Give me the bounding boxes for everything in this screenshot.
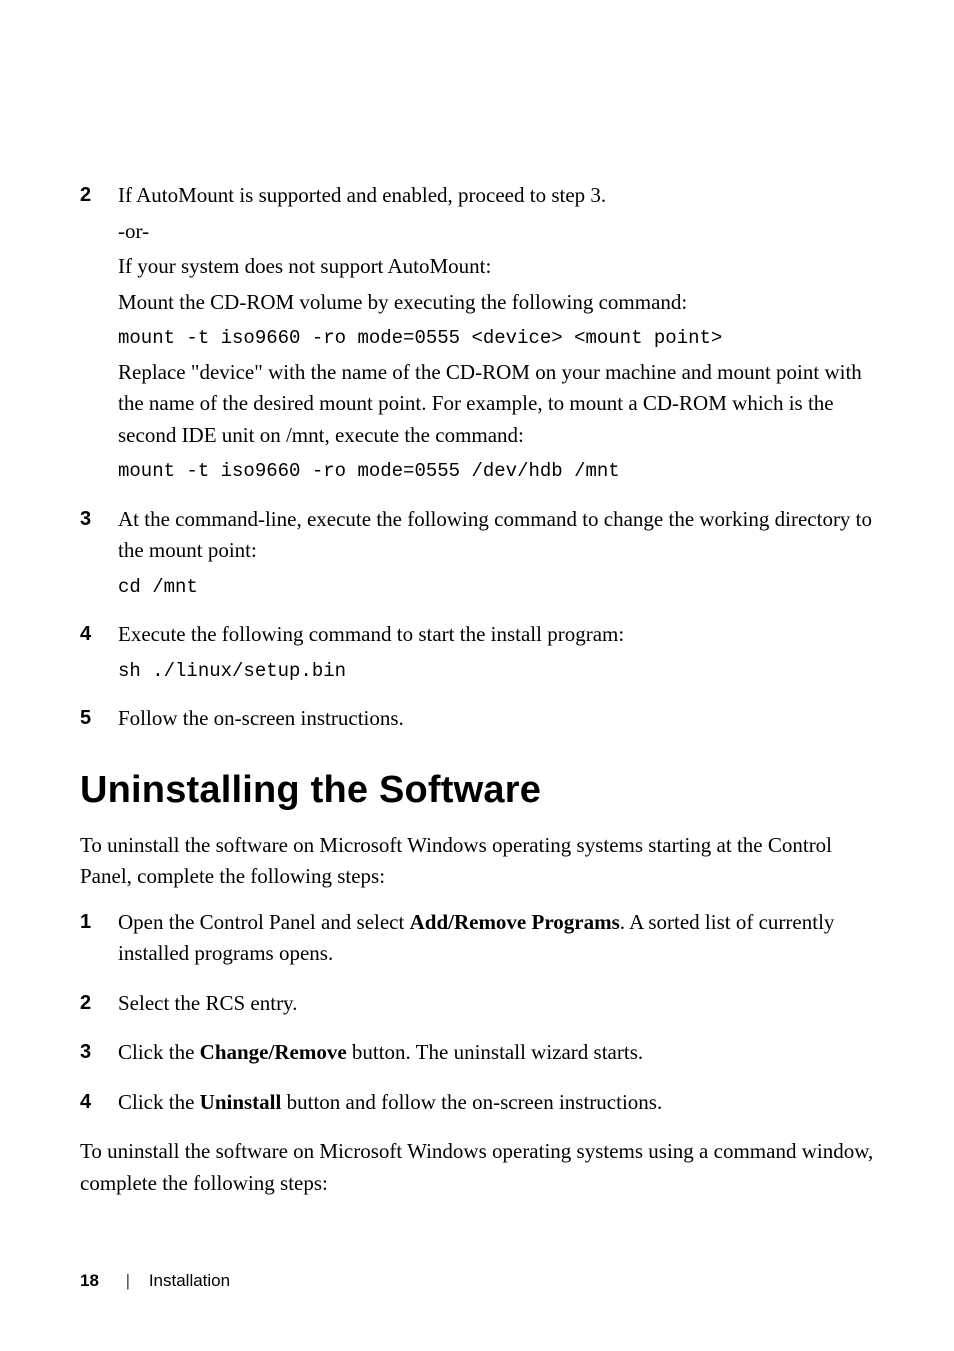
ordered-list-b: 1 Open the Control Panel and select Add/…: [80, 907, 874, 1123]
list-number: 2: [80, 180, 118, 490]
list-item: 3 At the command-line, execute the follo…: [80, 504, 874, 606]
list-item: 2 If AutoMount is supported and enabled,…: [80, 180, 874, 490]
text-run: button. The uninstall wizard starts.: [347, 1040, 643, 1064]
list-number: 3: [80, 1037, 118, 1073]
intro-paragraph: To uninstall the software on Microsoft W…: [80, 830, 874, 893]
list-item: 4 Execute the following command to start…: [80, 619, 874, 689]
footer-separator: |: [126, 1271, 130, 1290]
paragraph: Replace "device" with the name of the CD…: [118, 357, 874, 452]
code-line: mount -t iso9660 -ro mode=0555 <device> …: [118, 324, 874, 353]
bold-run: Add/Remove Programs: [410, 910, 620, 934]
outro-paragraph: To uninstall the software on Microsoft W…: [80, 1136, 874, 1199]
list-body: Click the Uninstall button and follow th…: [118, 1087, 874, 1123]
page-number: 18: [80, 1271, 99, 1290]
list-item: 1 Open the Control Panel and select Add/…: [80, 907, 874, 974]
paragraph: Click the Change/Remove button. The unin…: [118, 1037, 874, 1069]
paragraph: At the command-line, execute the followi…: [118, 504, 874, 567]
list-body: Click the Change/Remove button. The unin…: [118, 1037, 874, 1073]
paragraph: Open the Control Panel and select Add/Re…: [118, 907, 874, 970]
list-number: 4: [80, 1087, 118, 1123]
paragraph: Click the Uninstall button and follow th…: [118, 1087, 874, 1119]
text-run: Click the: [118, 1040, 200, 1064]
list-body: Follow the on-screen instructions.: [118, 703, 874, 739]
text-run: Select the RCS entry.: [118, 991, 297, 1015]
list-number: 4: [80, 619, 118, 689]
page-footer: 18 | Installation: [80, 1271, 230, 1291]
list-body: Open the Control Panel and select Add/Re…: [118, 907, 874, 974]
list-number: 1: [80, 907, 118, 974]
list-number: 2: [80, 988, 118, 1024]
document-page: 2 If AutoMount is supported and enabled,…: [0, 0, 954, 1351]
list-item: 2 Select the RCS entry.: [80, 988, 874, 1024]
paragraph: If your system does not support AutoMoun…: [118, 251, 874, 283]
list-number: 3: [80, 504, 118, 606]
list-body: Select the RCS entry.: [118, 988, 874, 1024]
section-heading: Uninstalling the Software: [80, 769, 874, 812]
list-item: 3 Click the Change/Remove button. The un…: [80, 1037, 874, 1073]
paragraph: Follow the on-screen instructions.: [118, 703, 874, 735]
paragraph: If AutoMount is supported and enabled, p…: [118, 180, 874, 212]
code-line: sh ./linux/setup.bin: [118, 657, 874, 686]
text-run: Open the Control Panel and select: [118, 910, 410, 934]
paragraph: Execute the following command to start t…: [118, 619, 874, 651]
list-body: If AutoMount is supported and enabled, p…: [118, 180, 874, 490]
code-line: cd /mnt: [118, 573, 874, 602]
footer-section: Installation: [149, 1271, 230, 1290]
paragraph: Mount the CD-ROM volume by executing the…: [118, 287, 874, 319]
list-number: 5: [80, 703, 118, 739]
list-item: 5 Follow the on-screen instructions.: [80, 703, 874, 739]
text-run: button and follow the on-screen instruct…: [281, 1090, 662, 1114]
paragraph: -or-: [118, 216, 874, 248]
paragraph: Select the RCS entry.: [118, 988, 874, 1020]
ordered-list-a: 2 If AutoMount is supported and enabled,…: [80, 180, 874, 739]
list-body: Execute the following command to start t…: [118, 619, 874, 689]
text-run: Click the: [118, 1090, 200, 1114]
code-line: mount -t iso9660 -ro mode=0555 /dev/hdb …: [118, 457, 874, 486]
bold-run: Change/Remove: [200, 1040, 347, 1064]
list-item: 4 Click the Uninstall button and follow …: [80, 1087, 874, 1123]
list-body: At the command-line, execute the followi…: [118, 504, 874, 606]
bold-run: Uninstall: [200, 1090, 282, 1114]
